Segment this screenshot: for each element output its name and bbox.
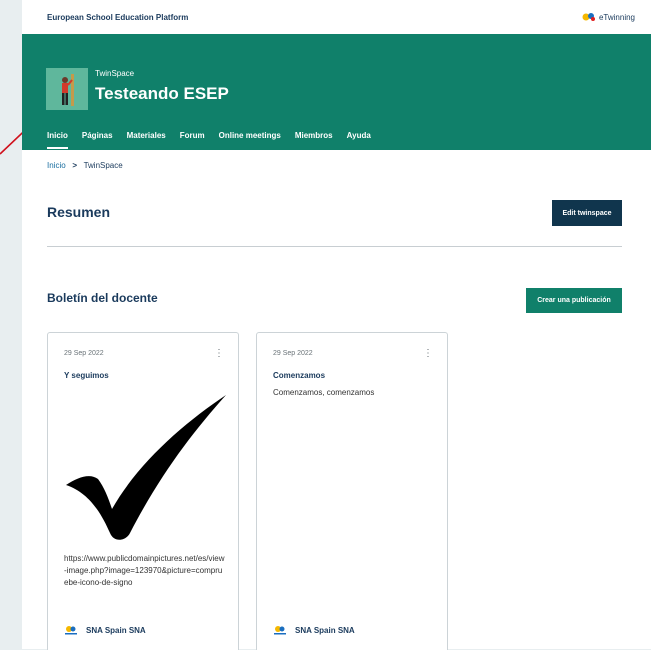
tab-ayuda[interactable]: Ayuda — [347, 131, 371, 149]
tab-materiales[interactable]: Materiales — [127, 131, 166, 149]
top-bar: European School Education Platform eTwin… — [22, 0, 651, 34]
summary-heading: Resumen — [47, 204, 111, 220]
tab-forum[interactable]: Forum — [180, 131, 205, 149]
post-author-name: SNA Spain SNA — [86, 625, 146, 635]
post-card[interactable]: 29 Sep 2022 ⋮ Comenzamos Comenzamos, com… — [256, 332, 448, 650]
breadcrumb: Inicio > TwinSpace — [47, 161, 123, 170]
sna-logo-icon — [274, 626, 286, 635]
tab-inicio[interactable]: Inicio — [47, 131, 68, 149]
edit-twinspace-button[interactable]: Edit twinspace — [552, 200, 622, 226]
breadcrumb-current: TwinSpace — [83, 161, 123, 170]
sna-logo-icon — [65, 626, 77, 635]
bulletin-heading: Boletín del docente — [47, 291, 158, 305]
etwinning-star-icon — [582, 13, 595, 21]
twinspace-header: TwinSpace Testeando ESEP Inicio Páginas … — [22, 34, 651, 150]
platform-brand-link[interactable]: European School Education Platform — [47, 13, 188, 22]
post-menu-icon[interactable]: ⋮ — [214, 348, 224, 359]
post-card[interactable]: 29 Sep 2022 ⋮ Y seguimos https://www.pub… — [47, 332, 239, 650]
checkmark-image — [66, 395, 226, 540]
create-post-button[interactable]: Crear una publicación — [526, 288, 622, 313]
etwinning-label: eTwinning — [598, 12, 635, 22]
twinspace-nav: Inicio Páginas Materiales Forum Online m… — [47, 131, 385, 149]
post-author[interactable]: SNA Spain SNA — [273, 625, 355, 635]
post-image-url: https://www.publicdomainpictures.net/es/… — [64, 554, 225, 587]
section-divider — [47, 246, 622, 247]
project-title: Testeando ESEP — [95, 84, 229, 103]
post-title[interactable]: Y seguimos — [64, 371, 109, 380]
post-title[interactable]: Comenzamos — [273, 371, 325, 380]
tab-online-meetings[interactable]: Online meetings — [219, 131, 281, 149]
post-author[interactable]: SNA Spain SNA — [64, 625, 146, 635]
etwinning-logo[interactable]: eTwinning — [582, 11, 635, 23]
project-thumbnail — [46, 68, 88, 110]
post-menu-icon[interactable]: ⋮ — [423, 348, 433, 359]
breadcrumb-home-link[interactable]: Inicio — [47, 161, 66, 170]
twinspace-subtitle: TwinSpace — [95, 69, 135, 78]
post-date: 29 Sep 2022 — [64, 350, 104, 357]
post-author-name: SNA Spain SNA — [295, 625, 355, 635]
post-date: 29 Sep 2022 — [273, 350, 313, 357]
breadcrumb-separator: > — [72, 161, 78, 170]
tab-miembros[interactable]: Miembros — [295, 131, 333, 149]
tab-paginas[interactable]: Páginas — [82, 131, 113, 149]
post-body: Comenzamos, comenzamos — [273, 388, 375, 397]
main-content: Inicio > TwinSpace Resumen Edit twinspac… — [22, 150, 651, 650]
